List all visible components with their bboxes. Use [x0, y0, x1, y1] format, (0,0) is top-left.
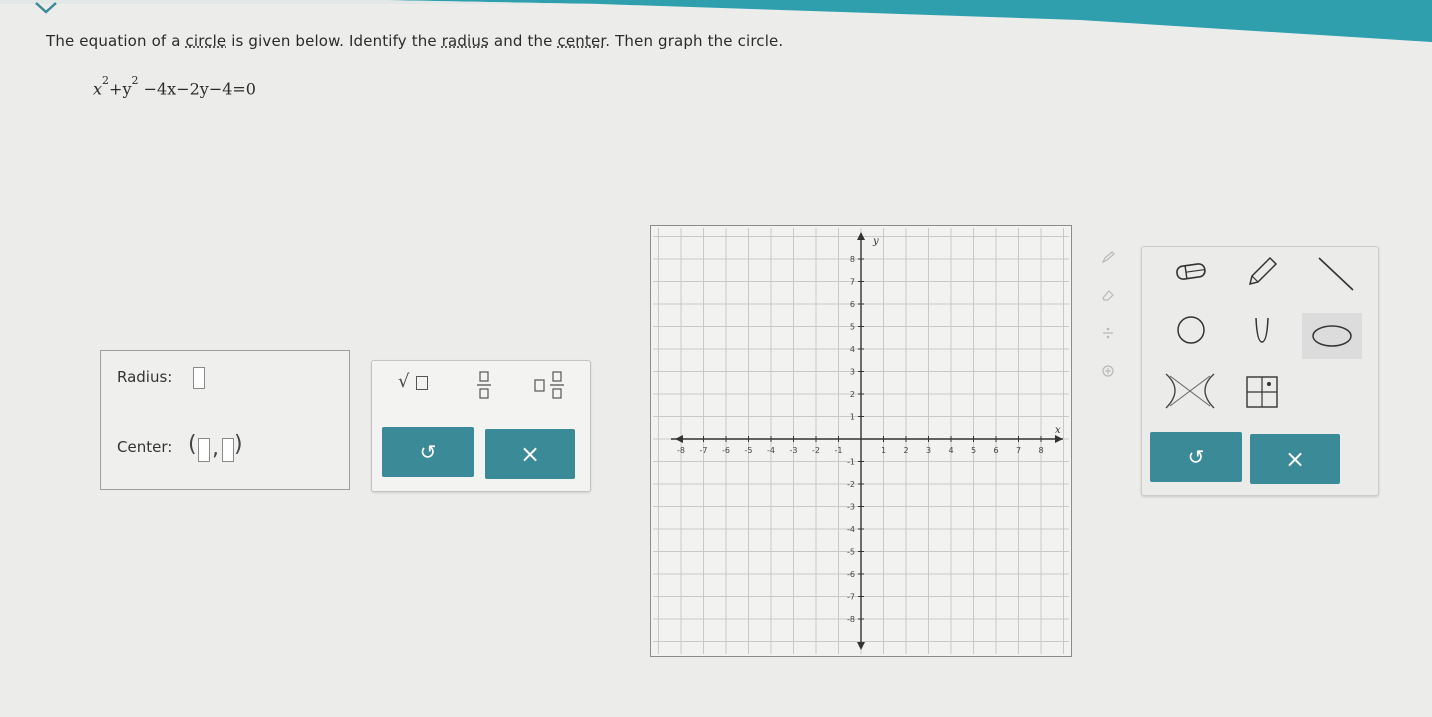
parabola-icon	[1255, 317, 1269, 343]
x-axis-arrow-icon	[675, 435, 683, 443]
collapse-chevron-icon[interactable]	[33, 0, 59, 14]
undo-icon: ↺	[1187, 445, 1205, 469]
coordinate-graph[interactable]: x y -8 -7 -6 -5 -4 -3 -2 -1 1 2 3 4 5 6 7 8 8 7 6 5 4 3 2 1 -1 -2 -3…	[650, 225, 1072, 657]
center-x-input[interactable]	[198, 438, 210, 462]
y-tick-label: -2	[847, 480, 855, 489]
x-tick-label: -6	[722, 446, 730, 455]
point-grid-tool[interactable]	[1236, 372, 1288, 412]
x-axis-arrow-icon	[1055, 435, 1063, 443]
y-tick-label: -5	[847, 548, 855, 557]
fraction-icon	[477, 371, 491, 399]
radius-input[interactable]	[193, 367, 205, 389]
mixed-number-button[interactable]	[533, 369, 573, 403]
x-tick-label: 8	[1038, 446, 1043, 455]
x-tick-label: 7	[1016, 446, 1021, 455]
coordinate-grid-icon	[1246, 376, 1278, 408]
x-tick-label: 1	[881, 446, 886, 455]
y-tick-label: 8	[850, 255, 855, 264]
x-tick-label: -7	[700, 446, 708, 455]
eraser-icon	[1176, 263, 1206, 280]
ellipse-tool[interactable]	[1302, 313, 1362, 359]
hyperbola-icon	[1165, 373, 1215, 409]
line-segment-icon	[1318, 257, 1354, 291]
center-label: Center:	[117, 438, 173, 456]
y-tick-label: -7	[847, 593, 855, 602]
y-tick-label: 2	[850, 390, 855, 399]
x-tick-label: 3	[926, 446, 931, 455]
divide-small-icon[interactable]	[1101, 326, 1115, 340]
x-tick-label: -5	[745, 446, 753, 455]
close-icon: ×	[1284, 445, 1306, 473]
x-tick-label: -3	[790, 446, 798, 455]
question-text: The equation of a circle is given below.…	[46, 32, 784, 50]
sqrt-icon: √	[398, 371, 410, 392]
x-tick-label: 4	[948, 446, 953, 455]
radius-link[interactable]: radius	[442, 32, 489, 50]
y-axis-arrow-icon	[857, 642, 865, 650]
center-open-paren: (	[188, 432, 197, 457]
circle-equation: x2+y2 −4x−2y−4=0	[93, 74, 256, 99]
mixed-number-icon	[534, 371, 564, 399]
ellipse-icon	[1312, 325, 1352, 347]
center-comma: ,	[212, 436, 219, 461]
pencil-small-icon[interactable]	[1101, 250, 1115, 264]
y-tick-label: 6	[850, 300, 855, 309]
circle-tool[interactable]	[1165, 310, 1217, 350]
radius-label: Radius:	[117, 368, 173, 386]
center-close-paren: )	[234, 432, 243, 457]
circle-icon	[1177, 316, 1205, 344]
undo-button[interactable]: ↺	[382, 427, 474, 477]
y-tick-label: 3	[850, 368, 855, 377]
circle-link[interactable]: circle	[186, 32, 227, 50]
line-segment-tool[interactable]	[1306, 252, 1358, 292]
x-tick-label: 6	[993, 446, 998, 455]
y-tick-label: -6	[847, 570, 855, 579]
y-tick-label: -4	[847, 525, 855, 534]
x-tick-label: -2	[812, 446, 820, 455]
y-tick-label: -8	[847, 615, 855, 624]
y-axis-label: y	[872, 236, 879, 247]
eraser-tool[interactable]	[1165, 252, 1217, 292]
zoom-small-icon[interactable]	[1101, 364, 1115, 378]
x-tick-label: 5	[971, 446, 976, 455]
y-tick-label: -1	[847, 458, 855, 467]
y-tick-label: 4	[850, 345, 855, 354]
clear-button[interactable]: ×	[485, 429, 575, 479]
x-axis-label: x	[1055, 425, 1061, 436]
fraction-button[interactable]	[474, 369, 494, 403]
center-y-input[interactable]	[222, 438, 234, 462]
center-link[interactable]: center	[557, 32, 605, 50]
sqrt-box-icon	[415, 375, 428, 390]
y-tick-label: 1	[850, 413, 855, 422]
sqrt-button[interactable]: √	[398, 371, 432, 397]
y-tick-label: 5	[850, 323, 855, 332]
parabola-tool[interactable]	[1236, 310, 1288, 350]
x-tick-label: -1	[835, 446, 843, 455]
x-tick-label: -8	[677, 446, 685, 455]
y-tick-label: -3	[847, 503, 855, 512]
y-tick-label: 7	[850, 278, 855, 287]
x-tick-label: -4	[767, 446, 775, 455]
pencil-icon	[1248, 256, 1278, 286]
undo-icon: ↺	[419, 440, 437, 464]
close-icon: ×	[519, 440, 541, 468]
graph-side-icons	[1101, 248, 1117, 378]
pencil-tool[interactable]	[1236, 252, 1288, 292]
graph-clear-button[interactable]: ×	[1250, 434, 1340, 484]
hyperbola-tool[interactable]	[1162, 368, 1218, 414]
x-tick-label: 2	[903, 446, 908, 455]
eraser-small-icon[interactable]	[1101, 288, 1115, 302]
graph-undo-button[interactable]: ↺	[1150, 432, 1242, 482]
